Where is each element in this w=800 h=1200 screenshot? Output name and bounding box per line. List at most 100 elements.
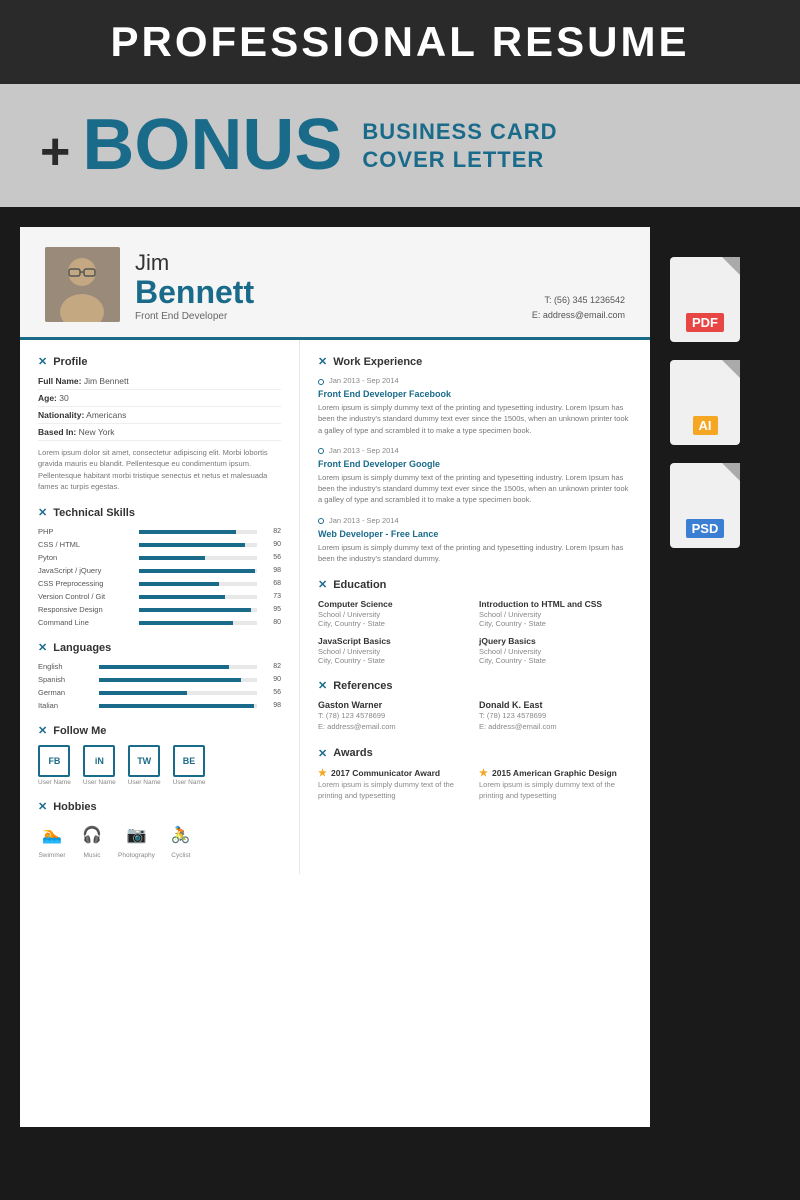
social-item[interactable]: FB User Name: [38, 745, 71, 786]
edu-degree: jQuery Basics: [479, 636, 632, 646]
profile-field-based: Based In: New York: [38, 427, 281, 441]
ref-name: Gaston Warner: [318, 700, 471, 710]
edu-school: School / University: [318, 647, 471, 656]
lang-bar-container: [99, 704, 257, 708]
social-label: User Name: [38, 779, 71, 786]
skill-value: 68: [263, 580, 281, 587]
work-dot: [318, 448, 324, 454]
edu-section-header: ✕ Education: [318, 578, 632, 591]
hobby-item: 📷 Photography: [118, 821, 155, 859]
edu-location: City, Country - State: [318, 619, 471, 628]
bonus-labels: BUSINESS CARD COVER LETTER: [362, 119, 557, 173]
edu-section-title: Education: [333, 579, 386, 591]
skill-bar-container: [139, 582, 257, 586]
edu-school: School / University: [318, 610, 471, 619]
language-row: Spanish 90: [38, 675, 281, 684]
lang-name: Italian: [38, 701, 93, 710]
edu-school: School / University: [479, 610, 632, 619]
awards-section-header: ✕ Awards: [318, 747, 632, 760]
work-date: Jan 2013 - Sep 2014: [329, 516, 399, 525]
file-icon-ai[interactable]: AI: [670, 360, 740, 445]
ref-grid: Gaston Warner T: (78) 123 4578699 E: add…: [318, 700, 632, 733]
file-icon-label: AI: [693, 416, 718, 435]
ref-email: E: address@email.com: [479, 721, 632, 732]
edu-degree: Introduction to HTML and CSS: [479, 599, 632, 609]
phone: T: (56) 345 1236542: [532, 293, 625, 307]
lang-name: Spanish: [38, 675, 93, 684]
hobby-item: 🏊 Swimmer: [38, 821, 66, 859]
skill-value: 56: [263, 554, 281, 561]
bonus-label2: COVER LETTER: [362, 147, 557, 173]
social-item[interactable]: TW User Name: [128, 745, 161, 786]
file-icon-psd[interactable]: PSD: [670, 463, 740, 548]
edu-x-mark: ✕: [318, 578, 327, 591]
skill-bar: [139, 621, 233, 625]
lang-bar-container: [99, 665, 257, 669]
social-label: User Name: [83, 779, 116, 786]
lang-value: 82: [263, 663, 281, 670]
job-title: Front End Developer: [135, 311, 517, 322]
first-name: Jim: [135, 250, 517, 276]
award-desc: Lorem ipsum is simply dummy text of the …: [318, 779, 471, 802]
hobby-label: Music: [84, 852, 101, 859]
work-desc: Lorem ipsum is simply dummy text of the …: [318, 472, 632, 506]
work-section-title: Work Experience: [333, 356, 422, 368]
edu-degree: JavaScript Basics: [318, 636, 471, 646]
work-entry: Jan 2013 - Sep 2014 Web Developer - Free…: [318, 516, 632, 565]
language-row: Italian 98: [38, 701, 281, 710]
profile-field-nationality: Nationality: Americans: [38, 410, 281, 424]
ref-item: Donald K. East T: (78) 123 4578699 E: ad…: [479, 700, 632, 733]
hobbies-x-mark: ✕: [38, 800, 47, 813]
bonus-section: + BONUS BUSINESS CARD COVER LETTER: [0, 84, 800, 207]
award-title: ★ 2015 American Graphic Design: [479, 768, 632, 779]
bonus-label1: BUSINESS CARD: [362, 119, 557, 145]
hobby-label: Photography: [118, 852, 155, 859]
edu-location: City, Country - State: [318, 656, 471, 665]
language-row: English 82: [38, 662, 281, 671]
follow-x-mark: ✕: [38, 724, 47, 737]
languages-list: English 82 Spanish 90 German 56 Italian …: [38, 662, 281, 710]
skill-bar: [139, 530, 236, 534]
profile-fields: Full Name: Jim Bennett Age: 30 Nationali…: [38, 376, 281, 441]
edu-location: City, Country - State: [479, 619, 632, 628]
hobby-icon: 🏊: [38, 821, 66, 849]
skill-name: Responsive Design: [38, 605, 133, 614]
lang-bar: [99, 678, 241, 682]
follow-section-title: Follow Me: [53, 725, 106, 737]
work-title: Front End Developer Facebook: [318, 389, 632, 399]
name-block: Jim Bennett Front End Developer: [135, 250, 517, 322]
edu-school: School / University: [479, 647, 632, 656]
lang-value: 98: [263, 702, 281, 709]
ref-item: Gaston Warner T: (78) 123 4578699 E: add…: [318, 700, 471, 733]
ref-section-header: ✕ References: [318, 679, 632, 692]
skill-name: CSS / HTML: [38, 540, 133, 549]
award-star: ★: [318, 768, 327, 779]
skill-row: CSS Preprocessing 68: [38, 579, 281, 588]
social-item[interactable]: iN User Name: [83, 745, 116, 786]
file-icon-pdf[interactable]: PDF: [670, 257, 740, 342]
work-list: Jan 2013 - Sep 2014 Front End Developer …: [318, 376, 632, 564]
skill-bar: [139, 543, 245, 547]
edu-location: City, Country - State: [479, 656, 632, 665]
file-icons-panel: PDF AI PSD: [670, 227, 740, 1127]
lang-name: German: [38, 688, 93, 697]
skill-name: Version Control / Git: [38, 592, 133, 601]
work-date: Jan 2013 - Sep 2014: [329, 446, 399, 455]
work-desc: Lorem ipsum is simply dummy text of the …: [318, 542, 632, 565]
work-x-mark: ✕: [318, 355, 327, 368]
social-item[interactable]: BE User Name: [173, 745, 206, 786]
skill-name: Pyton: [38, 553, 133, 562]
skill-name: PHP: [38, 527, 133, 536]
skill-bar-container: [139, 569, 257, 573]
skill-bar-container: [139, 530, 257, 534]
languages-section-title: Languages: [53, 642, 111, 654]
hobby-icon: 🎧: [78, 821, 106, 849]
awards-section-title: Awards: [333, 747, 373, 759]
lang-bar-container: [99, 678, 257, 682]
lang-value: 90: [263, 676, 281, 683]
social-icon: iN: [83, 745, 115, 777]
skill-bar: [139, 608, 251, 612]
skill-row: PHP 82: [38, 527, 281, 536]
hobbies-section-title: Hobbies: [53, 801, 96, 813]
edu-item: Introduction to HTML and CSS School / Un…: [479, 599, 632, 628]
